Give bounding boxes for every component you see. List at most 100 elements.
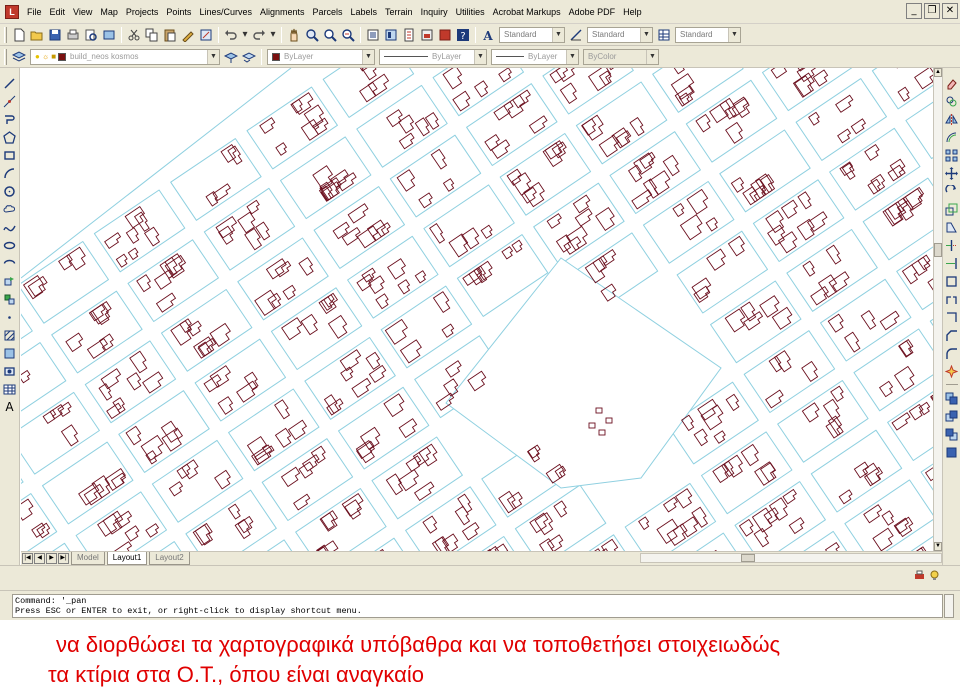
tab-layout1[interactable]: Layout1 — [106, 552, 148, 565]
layer-combo[interactable]: ● ☼ ■ build_neos kosmos ▼ — [30, 48, 220, 65]
menu-item-inquiry[interactable]: Inquiry — [417, 0, 452, 24]
stretch-icon[interactable] — [945, 220, 959, 234]
printer-status-icon[interactable] — [914, 570, 925, 581]
copy-icon[interactable] — [144, 27, 160, 43]
menu-item-adobe-pdf[interactable]: Adobe PDF — [565, 0, 620, 24]
send-back-icon[interactable] — [945, 427, 959, 441]
open-file-icon[interactable] — [29, 27, 45, 43]
plot-icon[interactable] — [65, 27, 81, 43]
paste-icon[interactable] — [162, 27, 178, 43]
hatch-icon[interactable] — [3, 328, 17, 342]
menu-item-alignments[interactable]: Alignments — [256, 0, 309, 24]
text-style-combo[interactable]: Standard ▼ — [499, 26, 565, 43]
lightbulb-icon[interactable]: ● — [35, 52, 40, 61]
chamfer-icon[interactable] — [945, 328, 959, 342]
tab-model[interactable]: Model — [71, 552, 105, 565]
lineweight-combo[interactable]: ByLayer ▼ — [491, 48, 579, 65]
insert-block-icon[interactable] — [3, 274, 17, 288]
chevron-down-icon[interactable]: ▼ — [362, 49, 374, 64]
markup-icon[interactable] — [437, 27, 453, 43]
match-properties-icon[interactable] — [180, 27, 196, 43]
tab-layout2[interactable]: Layout2 — [149, 552, 190, 565]
array-icon[interactable] — [945, 148, 959, 162]
command-history[interactable]: Command: '_pan Press ESC or ENTER to exi… — [12, 594, 943, 618]
region-icon[interactable] — [3, 364, 17, 378]
prev-tab-arrow-icon[interactable]: ◀ — [34, 553, 45, 564]
scroll-down-arrow[interactable]: ▼ — [934, 542, 942, 551]
revision-cloud-icon[interactable] — [3, 202, 17, 216]
toolbar-grip[interactable] — [4, 48, 7, 65]
construction-line-icon[interactable] — [3, 94, 17, 108]
menu-item-map[interactable]: Map — [96, 0, 122, 24]
menu-item-points[interactable]: Points — [162, 0, 195, 24]
mirror-icon[interactable] — [945, 112, 959, 126]
move-icon[interactable] — [945, 166, 959, 180]
table-style-icon[interactable] — [656, 27, 672, 43]
next-tab-arrow-icon[interactable]: ▶ — [46, 553, 57, 564]
save-icon[interactable] — [47, 27, 63, 43]
erase-icon[interactable] — [945, 76, 959, 90]
explode-icon[interactable] — [945, 364, 959, 378]
last-tab-arrow-icon[interactable]: ▶| — [58, 553, 69, 564]
trim-icon[interactable] — [945, 238, 959, 252]
menu-item-acrobat-markups[interactable]: Acrobat Markups — [489, 0, 565, 24]
publish-icon[interactable] — [101, 27, 117, 43]
polygon-icon[interactable] — [3, 130, 17, 144]
chevron-down-icon[interactable]: ▼ — [474, 49, 486, 64]
first-tab-arrow-icon[interactable]: |◀ — [22, 553, 33, 564]
zoom-realtime-icon[interactable] — [304, 27, 320, 43]
zoom-window-icon[interactable] — [322, 27, 338, 43]
text-front-icon[interactable] — [945, 445, 959, 459]
menu-item-utilities[interactable]: Utilities — [452, 0, 489, 24]
minimize-button[interactable]: _ — [906, 3, 922, 19]
dim-style-combo[interactable]: Standard ▼ — [587, 26, 653, 43]
draworder-icon[interactable] — [945, 391, 959, 405]
lock-icon[interactable]: ■ — [51, 52, 56, 61]
chevron-down-icon[interactable]: ▼ — [552, 27, 564, 42]
fillet-icon[interactable] — [945, 346, 959, 360]
chevron-down-icon[interactable]: ▼ — [207, 49, 219, 64]
toolbar-grip[interactable] — [4, 26, 7, 43]
scroll-up-arrow[interactable]: ▲ — [934, 68, 942, 77]
menu-item-labels[interactable]: Labels — [347, 0, 382, 24]
layer-previous-icon[interactable] — [241, 49, 257, 65]
menu-item-parcels[interactable]: Parcels — [309, 0, 347, 24]
chevron-down-icon[interactable]: ▼ — [566, 49, 578, 64]
close-button[interactable]: ✕ — [942, 3, 958, 19]
chevron-down-icon[interactable]: ▼ — [728, 27, 740, 42]
offset-icon[interactable] — [945, 130, 959, 144]
extend-icon[interactable] — [945, 256, 959, 270]
menu-item-help[interactable]: Help — [619, 0, 646, 24]
menu-item-projects[interactable]: Projects — [122, 0, 163, 24]
circle-icon[interactable] — [3, 184, 17, 198]
cut-icon[interactable] — [126, 27, 142, 43]
multiline-text-icon[interactable]: A — [3, 400, 17, 414]
plotstyle-combo[interactable]: ByColor ▼ — [583, 48, 659, 65]
menu-item-edit[interactable]: Edit — [46, 0, 70, 24]
rotate-icon[interactable] — [945, 184, 959, 198]
tool-palettes-icon[interactable] — [401, 27, 417, 43]
help-icon[interactable]: ? — [455, 27, 471, 43]
menu-item-view[interactable]: View — [69, 0, 96, 24]
rectangle-icon[interactable] — [3, 148, 17, 162]
menu-item-file[interactable]: File — [23, 0, 46, 24]
redo-icon[interactable] — [251, 27, 267, 43]
dim-style-icon[interactable] — [568, 27, 584, 43]
block-editor-icon[interactable] — [198, 27, 214, 43]
vertical-scrollbar[interactable]: ▲ ▼ — [933, 68, 942, 551]
sun-icon[interactable]: ☼ — [42, 52, 49, 61]
menu-item-terrain[interactable]: Terrain — [381, 0, 417, 24]
undo-dropdown-icon[interactable]: ▾ — [241, 27, 249, 43]
linetype-combo[interactable]: ByLayer ▼ — [379, 48, 487, 65]
point-icon[interactable] — [3, 310, 17, 324]
undo-icon[interactable] — [223, 27, 239, 43]
chevron-down-icon[interactable]: ▼ — [646, 49, 658, 64]
make-current-layer-icon[interactable] — [223, 49, 239, 65]
ellipse-arc-icon[interactable] — [3, 256, 17, 270]
restore-button[interactable]: ❐ — [924, 3, 940, 19]
menu-item-lines-curves[interactable]: Lines/Curves — [195, 0, 256, 24]
polyline-icon[interactable] — [3, 112, 17, 126]
scale-icon[interactable] — [945, 202, 959, 216]
app-icon[interactable]: L — [5, 4, 19, 19]
command-scrollbar[interactable] — [944, 594, 954, 618]
